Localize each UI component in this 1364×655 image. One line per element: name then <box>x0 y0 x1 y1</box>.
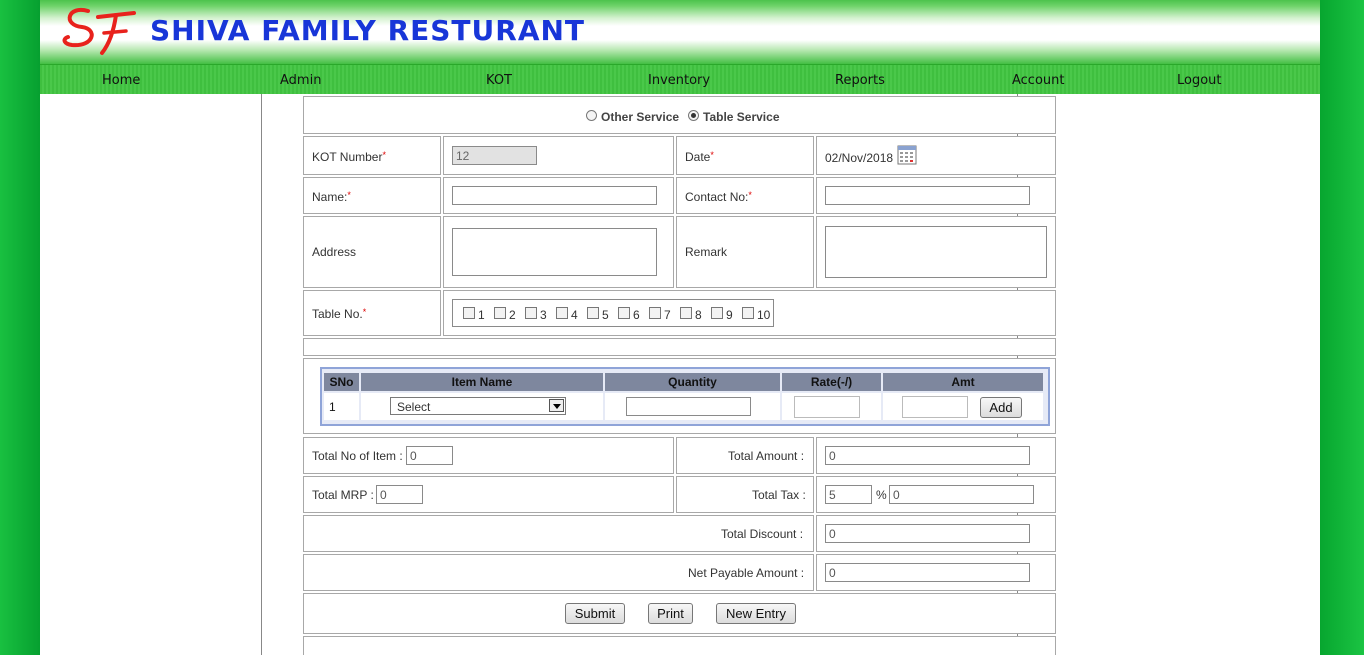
total-items-label: Total No of Item : <box>312 449 403 463</box>
total-amount-label: Total Amount : <box>728 449 805 463</box>
nav-account[interactable]: Account <box>1012 73 1065 88</box>
tax-rate-field[interactable] <box>825 485 872 504</box>
table-9-label: 9 <box>726 308 733 322</box>
table-1-checkbox[interactable] <box>463 307 475 319</box>
calendar-icon[interactable] <box>897 145 917 165</box>
table-2-checkbox[interactable] <box>494 307 506 319</box>
table-8-label: 8 <box>695 308 702 322</box>
grid-header-rate: Rate(-/) <box>782 373 881 391</box>
submit-button[interactable]: Submit <box>565 603 625 624</box>
table-5-checkbox[interactable] <box>587 307 599 319</box>
print-button[interactable]: Print <box>648 603 693 624</box>
chevron-down-icon <box>549 399 564 412</box>
net-payable-field[interactable] <box>825 563 1030 582</box>
main-nav: Home Admin KOT Inventory Reports Account… <box>40 64 1320 94</box>
total-discount-label: Total Discount : <box>721 527 804 541</box>
amt-field[interactable] <box>902 396 968 418</box>
total-amount-field[interactable] <box>825 446 1030 465</box>
other-service-label: Other Service <box>601 110 680 124</box>
tax-percent-sign: % <box>876 488 887 502</box>
grid-header-item-name: Item Name <box>361 373 603 391</box>
kot-number-label: KOT Number* <box>312 150 386 164</box>
kot-number-field[interactable] <box>452 146 537 165</box>
spacer-row <box>303 338 1056 356</box>
table-7-checkbox[interactable] <box>649 307 661 319</box>
item-name-select[interactable]: Select <box>390 397 566 415</box>
table-8-checkbox[interactable] <box>680 307 692 319</box>
nav-kot[interactable]: KOT <box>486 73 512 88</box>
contact-label: Contact No:* <box>685 190 752 204</box>
right-green-border <box>1320 0 1364 655</box>
grid-header-amt: Amt <box>883 373 1043 391</box>
table-service-radio[interactable] <box>688 110 699 121</box>
table-6-label: 6 <box>633 308 640 322</box>
address-textarea[interactable] <box>452 228 657 276</box>
remark-textarea[interactable] <box>825 226 1047 278</box>
table-6-checkbox[interactable] <box>618 307 630 319</box>
nav-reports[interactable]: Reports <box>835 73 885 88</box>
table-4-label: 4 <box>571 308 578 322</box>
date-value: 02/Nov/2018 <box>825 151 894 165</box>
brand-title: SHIVA FAMILY RESTURANT <box>150 14 586 47</box>
name-field[interactable] <box>452 186 657 205</box>
nav-admin[interactable]: Admin <box>280 73 321 88</box>
table-7-label: 7 <box>664 308 671 322</box>
total-mrp-field[interactable] <box>376 485 423 504</box>
table-9-checkbox[interactable] <box>711 307 723 319</box>
footer-row <box>303 636 1056 655</box>
row-sno: 1 <box>329 400 336 414</box>
date-label: Date* <box>685 150 714 164</box>
table-3-label: 3 <box>540 308 547 322</box>
total-items-field[interactable] <box>406 446 453 465</box>
item-select-value: Select <box>397 400 431 414</box>
grid-header-sno: SNo <box>324 373 359 391</box>
nav-home[interactable]: Home <box>102 73 140 88</box>
total-tax-field[interactable] <box>889 485 1034 504</box>
total-discount-field[interactable] <box>825 524 1030 543</box>
table-4-checkbox[interactable] <box>556 307 568 319</box>
address-label: Address <box>312 245 357 259</box>
table-5-label: 5 <box>602 308 609 322</box>
total-tax-label: Total Tax : <box>752 488 806 502</box>
left-green-border <box>0 0 40 655</box>
remark-label: Remark <box>685 245 728 259</box>
header-banner: SHIVA FAMILY RESTURANT <box>40 0 1320 64</box>
table-10-checkbox[interactable] <box>742 307 754 319</box>
total-mrp-label: Total MRP : <box>312 488 374 502</box>
quantity-field[interactable] <box>626 397 751 416</box>
table-10-label: 10 <box>757 308 771 322</box>
table-2-label: 2 <box>509 308 516 322</box>
rate-field[interactable] <box>794 396 860 418</box>
grid-header-quantity: Quantity <box>605 373 780 391</box>
nav-inventory[interactable]: Inventory <box>648 73 710 88</box>
table-no-label: Table No.* <box>312 307 367 321</box>
table-service-label: Table Service <box>703 110 780 124</box>
restaurant-logo <box>62 7 136 55</box>
net-payable-label: Net Payable Amount : <box>688 566 805 580</box>
add-item-button[interactable]: Add <box>980 397 1022 418</box>
nav-logout[interactable]: Logout <box>1177 73 1222 88</box>
name-label: Name:* <box>312 190 351 204</box>
new-entry-button[interactable]: New Entry <box>716 603 796 624</box>
contact-field[interactable] <box>825 186 1030 205</box>
service-row <box>303 96 1056 134</box>
table-3-checkbox[interactable] <box>525 307 537 319</box>
other-service-radio[interactable] <box>586 110 597 121</box>
table-1-label: 1 <box>478 308 485 322</box>
